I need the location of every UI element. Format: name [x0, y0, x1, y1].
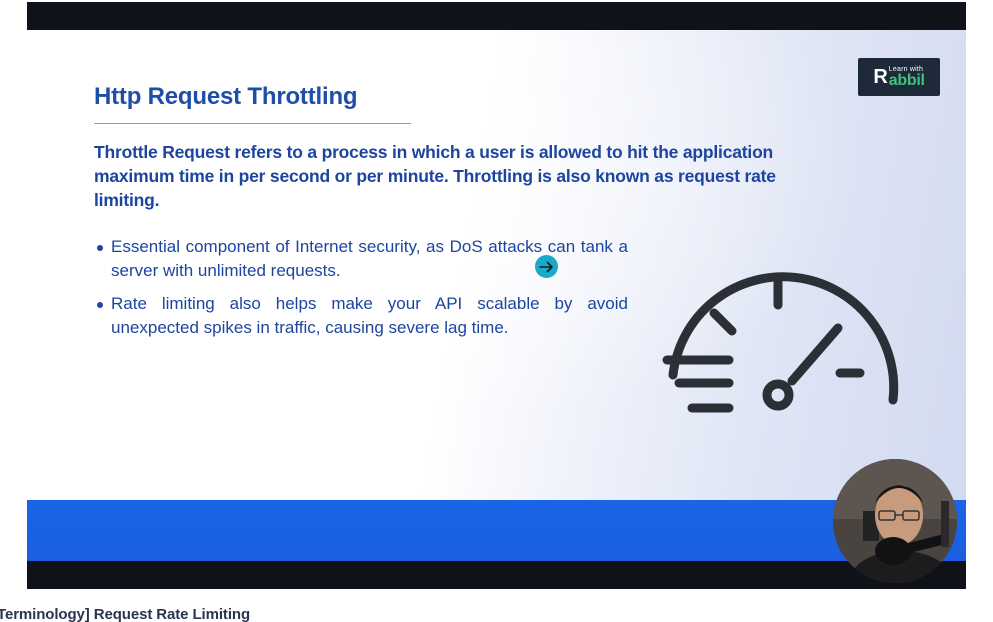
brand-logo: R Learn with abbil — [858, 58, 940, 96]
bullet-item: Rate limiting also helps make your API s… — [94, 292, 628, 340]
video-caption: Terminology] Request Rate Limiting — [0, 606, 251, 622]
video-player[interactable]: R Learn with abbil Http Request Throttli… — [27, 2, 966, 589]
presenter-webcam-icon — [833, 459, 957, 583]
page: R Learn with abbil Http Request Throttli… — [0, 0, 993, 622]
speedometer-throttle-icon — [662, 272, 899, 413]
title-underline — [94, 123, 411, 124]
logo-initial: R — [873, 66, 888, 88]
bullet-dot-icon — [97, 302, 103, 308]
slide-title: Http Request Throttling — [94, 83, 358, 110]
slide-lead-text: Throttle Request refers to a process in … — [94, 142, 776, 210]
slide: R Learn with abbil Http Request Throttli… — [27, 30, 966, 561]
arrow-right-circle-icon[interactable] — [535, 255, 558, 278]
bullet-text: Rate limiting also helps make your API s… — [111, 294, 628, 337]
slide-footer-band — [27, 500, 966, 561]
bullet-list: Essential component of Internet security… — [94, 235, 628, 349]
logo-text: Learn with abbil — [889, 66, 925, 89]
bullet-dot-icon — [97, 245, 103, 251]
logo-brand: abbil — [888, 71, 925, 89]
